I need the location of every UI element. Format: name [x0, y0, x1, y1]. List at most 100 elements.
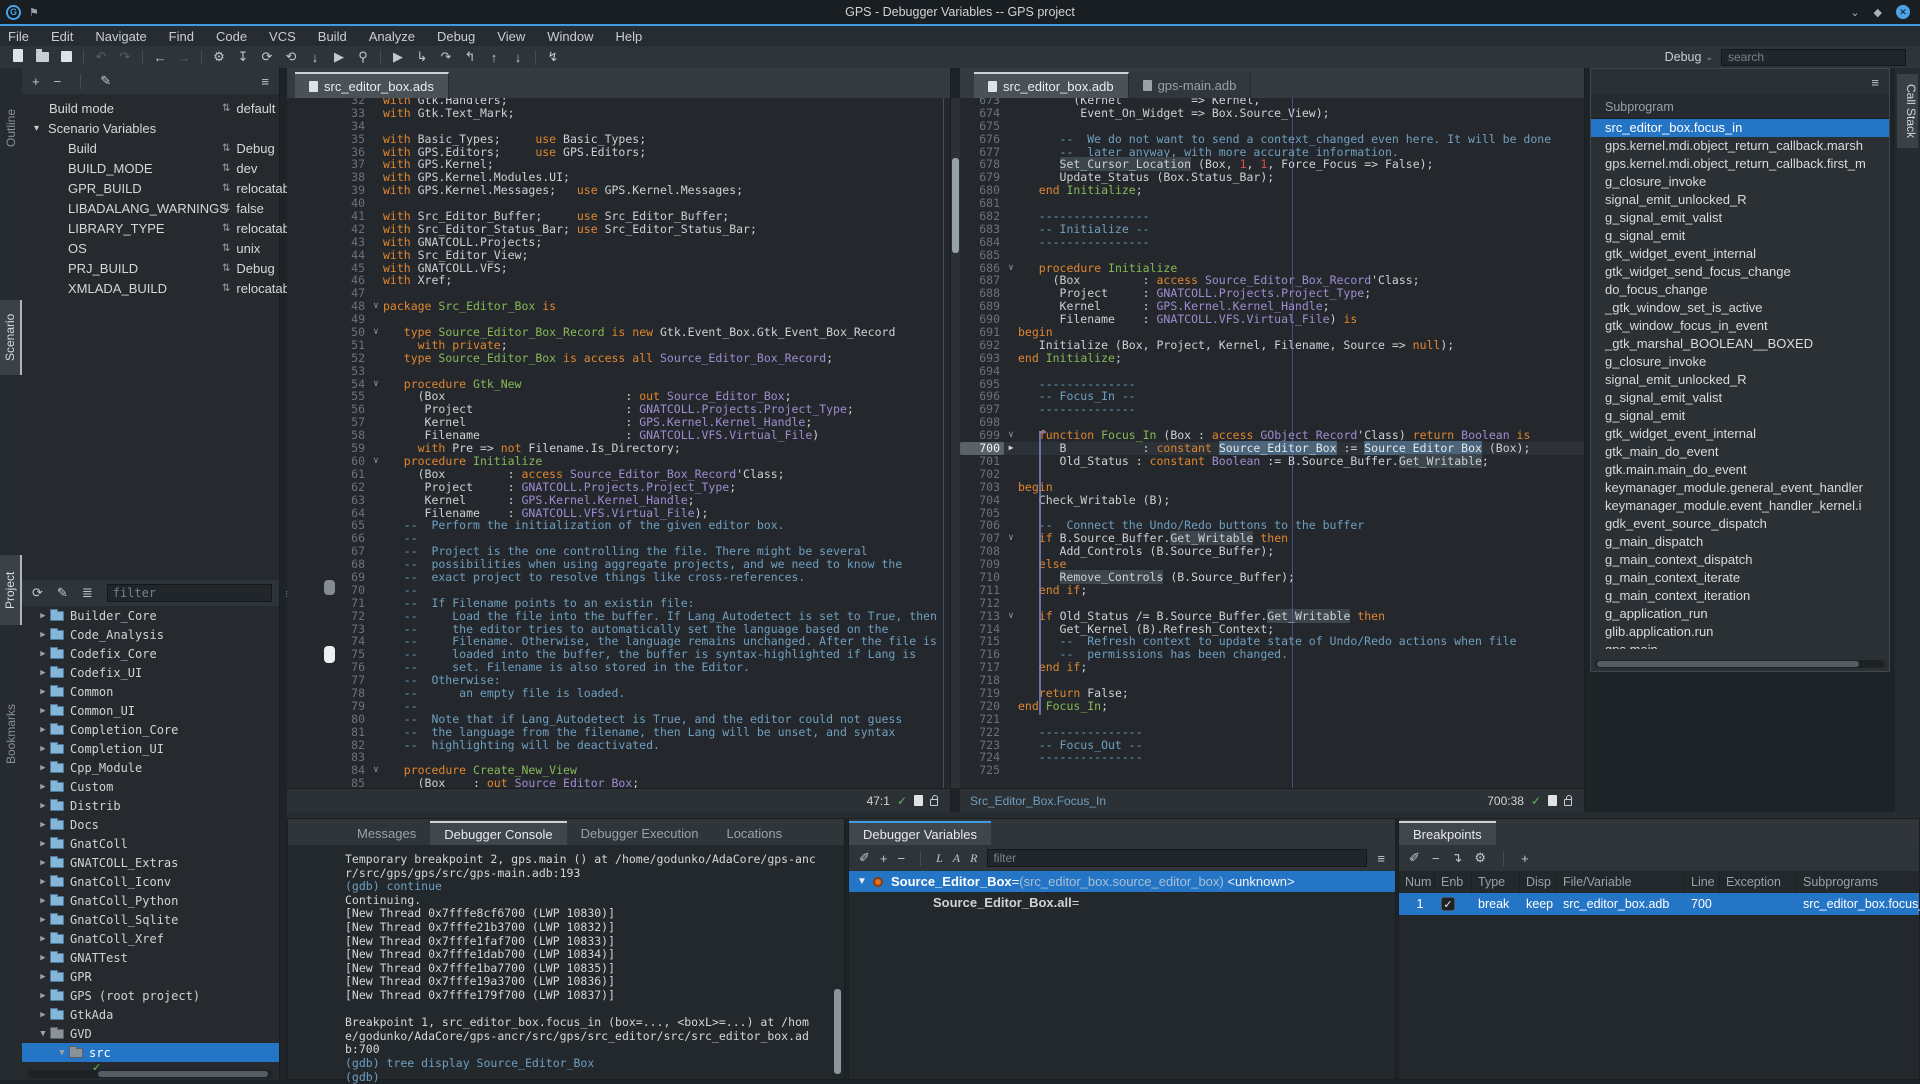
close-icon[interactable]: ✕: [1896, 5, 1910, 19]
tab-debugger-console[interactable]: Debugger Console: [430, 821, 566, 845]
editor-vscrollbar[interactable]: [951, 98, 960, 788]
chevron-down-icon[interactable]: ▾: [34, 123, 48, 134]
code-line-701[interactable]: 701 Old_Status : constant Boolean := B.S…: [960, 455, 1584, 468]
code-line-52[interactable]: 52 type Source_Editor_Box is access all …: [287, 352, 950, 365]
tree-item-gpr[interactable]: ▶GPR: [22, 967, 279, 986]
install-icon[interactable]: ↧: [231, 49, 255, 65]
code-line-720[interactable]: 720end Focus_In;: [960, 700, 1584, 713]
chevron-right-icon[interactable]: ▶: [36, 744, 50, 754]
line-number[interactable]: 691: [960, 326, 1004, 339]
stack-frame[interactable]: gtk_widget_event_internal: [1591, 425, 1889, 443]
stack-frame[interactable]: do_focus_change: [1591, 281, 1889, 299]
column-header-num[interactable]: Num: [1399, 871, 1435, 893]
code-line-39[interactable]: 39with GPS.Kernel.Messages; use GPS.Kern…: [287, 184, 950, 197]
disconnect-icon[interactable]: ↯: [541, 49, 565, 65]
line-number[interactable]: 78: [287, 687, 369, 700]
line-number[interactable]: 725: [960, 764, 1004, 777]
panel-menu-icon[interactable]: ≡: [1377, 851, 1385, 866]
stack-frame[interactable]: _gtk_marshal_BOOLEAN__BOXED: [1591, 335, 1889, 353]
line-number[interactable]: 712: [960, 597, 1004, 610]
stack-frame[interactable]: gtk_widget_send_focus_change: [1591, 263, 1889, 281]
list-view-icon[interactable]: ≣: [82, 585, 93, 601]
line-number[interactable]: 674: [960, 107, 1004, 120]
stack-frame[interactable]: g_closure_invoke: [1591, 173, 1889, 191]
chevron-down-icon[interactable]: ▼: [55, 1048, 69, 1058]
debug-continue-icon[interactable]: ▶: [386, 49, 410, 65]
stack-frame[interactable]: gtk_main_do_event: [1591, 443, 1889, 461]
stack-frame[interactable]: signal_emit_unlocked_R: [1591, 191, 1889, 209]
tree-item-gnattest[interactable]: ▶GNATTest: [22, 948, 279, 967]
add-variable-button[interactable]: +: [32, 74, 40, 89]
scenario-variable-value[interactable]: dev: [236, 161, 257, 176]
enabled-checkbox[interactable]: ✓: [1441, 897, 1455, 911]
stack-frame[interactable]: g_signal_emit_valist: [1591, 389, 1889, 407]
open-file-icon[interactable]: [30, 50, 54, 65]
line-number[interactable]: 719: [960, 687, 1004, 700]
chevron-right-icon[interactable]: ▶: [36, 934, 50, 944]
value-stepper-icon[interactable]: ⇅: [222, 203, 230, 214]
code-area[interactable]: 32with Gtk.Handlers;33with Gtk.Text_Mark…: [287, 98, 950, 788]
scenario-row[interactable]: Build mode⇅default: [22, 98, 279, 118]
line-number[interactable]: 59: [287, 442, 369, 455]
stack-frame[interactable]: g_main_context_iterate: [1591, 569, 1889, 587]
value-stepper-icon[interactable]: ⇅: [222, 263, 230, 274]
chevron-down-icon[interactable]: ▼: [857, 876, 873, 887]
variable-row[interactable]: Source_Editor_Box.all =: [849, 892, 1395, 913]
line-number[interactable]: 710: [960, 571, 1004, 584]
code-line-33[interactable]: 33with Gtk.Text_Mark;: [287, 107, 950, 120]
line-number[interactable]: 675: [960, 120, 1004, 133]
step-over-icon[interactable]: ↷: [434, 49, 458, 65]
line-number[interactable]: 41: [287, 210, 369, 223]
fold-icon[interactable]: ∨: [1004, 610, 1018, 623]
chevron-right-icon[interactable]: ▶: [36, 896, 50, 906]
stack-frame[interactable]: gps.kernel.mdi.object_return_callback.fi…: [1591, 155, 1889, 173]
column-header-enb[interactable]: Enb: [1435, 871, 1472, 893]
scenario-row[interactable]: XMLADA_BUILD⇅relocatable: [22, 278, 279, 298]
chevron-down-icon[interactable]: ▼: [36, 1029, 50, 1039]
load-icon[interactable]: ↓: [303, 50, 327, 65]
chevron-right-icon[interactable]: ▶: [36, 706, 50, 716]
code-line-85[interactable]: 85 (Box : out Source_Editor_Box;: [287, 777, 950, 788]
line-number[interactable]: 71: [287, 597, 369, 610]
chevron-right-icon[interactable]: ▶: [36, 839, 50, 849]
variables-filter-input[interactable]: [987, 849, 1367, 867]
tab-gps-main-adb[interactable]: gps-main.adb: [1129, 72, 1252, 98]
line-number[interactable]: 43: [287, 236, 369, 249]
lock-icon[interactable]: [930, 799, 938, 806]
chevron-right-icon[interactable]: ▶: [36, 687, 50, 697]
menu-analyze[interactable]: Analyze: [369, 29, 415, 44]
code-area[interactable]: 673 (Kernel => Kernel,674 Event_On_Widge…: [960, 98, 1584, 788]
value-stepper-icon[interactable]: ⇅: [222, 243, 230, 254]
line-number[interactable]: 683: [960, 223, 1004, 236]
chevron-right-icon[interactable]: ▶: [36, 991, 50, 1001]
panel-menu-icon[interactable]: ≡: [1871, 75, 1879, 90]
goto-breakpoint-icon[interactable]: ↴: [1452, 850, 1463, 866]
tree-item-gnatcoll[interactable]: ▶GnatColl: [22, 834, 279, 853]
value-stepper-icon[interactable]: ⇅: [222, 183, 230, 194]
tab-debugger-variables[interactable]: Debugger Variables: [849, 821, 991, 845]
tree-item-codefix-core[interactable]: ▶Codefix_Core: [22, 644, 279, 663]
tree-item-completion-core[interactable]: ▶Completion_Core: [22, 720, 279, 739]
scenario-row[interactable]: LIBRARY_TYPE⇅relocatable: [22, 218, 279, 238]
code-line-717[interactable]: 717 end if;: [960, 661, 1584, 674]
fold-icon[interactable]: ∨: [369, 764, 383, 777]
line-number[interactable]: 80: [287, 713, 369, 726]
local-vars-icon[interactable]: L: [936, 851, 943, 866]
value-stepper-icon[interactable]: ⇅: [222, 283, 230, 294]
value-stepper-icon[interactable]: ⇅: [222, 163, 230, 174]
tree-item-gps-root-project-[interactable]: ▶GPS (root project): [22, 986, 279, 1005]
menu-window[interactable]: Window: [547, 29, 593, 44]
line-number[interactable]: 50: [287, 326, 369, 339]
line-number[interactable]: 35: [287, 133, 369, 146]
gear-icon[interactable]: ⚙: [1474, 850, 1486, 866]
line-number[interactable]: 693: [960, 352, 1004, 365]
column-header-disp[interactable]: Disp: [1520, 871, 1557, 893]
chevron-right-icon[interactable]: ▶: [36, 801, 50, 811]
line-number[interactable]: 694: [960, 365, 1004, 378]
menu-edit[interactable]: Edit: [51, 29, 73, 44]
tree-item-common-ui[interactable]: ▶Common_UI: [22, 701, 279, 720]
chevron-right-icon[interactable]: ▶: [36, 611, 50, 621]
code-line-46[interactable]: 46with Xref;: [287, 274, 950, 287]
sidebar-tab-bookmarks[interactable]: Bookmarks: [0, 690, 22, 778]
inspect-icon[interactable]: ⚲: [351, 49, 375, 65]
